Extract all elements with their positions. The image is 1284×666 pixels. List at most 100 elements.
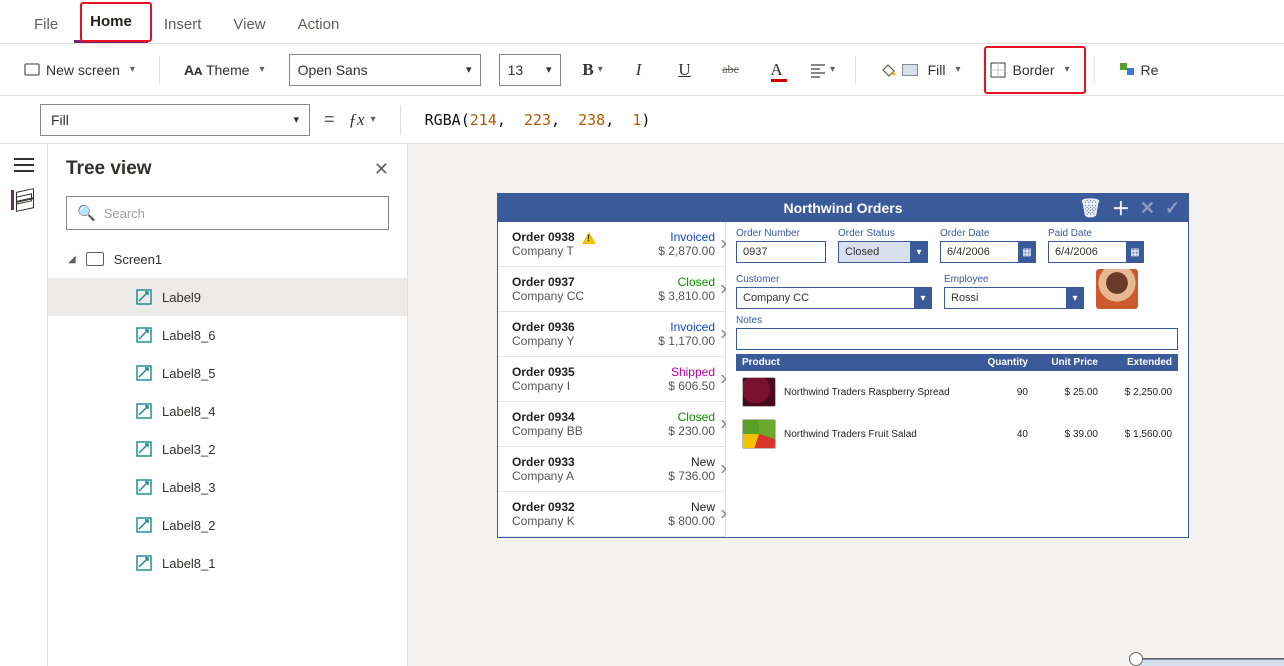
- menu-tab-insert[interactable]: Insert: [148, 6, 218, 43]
- italic-button[interactable]: I: [625, 60, 653, 80]
- grid-row[interactable]: Northwind Traders Fruit Salad40$ 39.00$ …: [736, 413, 1178, 455]
- collapse-icon[interactable]: ◢: [68, 254, 76, 265]
- tree-item-label8_5[interactable]: Label8_5: [48, 354, 407, 392]
- order-detail: Order Number 0937 Order Status Closed▾ O…: [726, 222, 1188, 537]
- reorder-button[interactable]: Re: [1113, 58, 1165, 82]
- chevron-down-icon: ▾: [293, 113, 299, 126]
- order-company: Company I: [512, 379, 570, 393]
- tree-item-label8_1[interactable]: Label8_1: [48, 544, 407, 582]
- align-button[interactable]: [809, 62, 837, 78]
- order-number-field[interactable]: 0937: [736, 241, 826, 263]
- order-company: Company A: [512, 469, 574, 483]
- customer-dropdown[interactable]: Company CC▾: [736, 287, 932, 309]
- menu-tab-file[interactable]: File: [18, 6, 74, 43]
- tree-item-label8_6[interactable]: Label8_6: [48, 316, 407, 354]
- label-order-status: Order Status: [838, 228, 928, 239]
- strikethrough-button[interactable]: abc: [717, 62, 745, 77]
- bold-button[interactable]: B: [579, 60, 607, 80]
- tree-item-label: Label8_5: [162, 366, 216, 381]
- resize-handle[interactable]: [1129, 652, 1143, 666]
- order-list-item[interactable]: Order 0935ShippedCompany I$ 606.50›: [498, 357, 725, 402]
- order-list-item[interactable]: Order 0936InvoicedCompany Y$ 1,170.00›: [498, 312, 725, 357]
- label-icon: [136, 517, 152, 533]
- product-extended: $ 1,560.00: [1098, 429, 1172, 440]
- order-list-item[interactable]: Order 0932NewCompany K$ 800.00›: [498, 492, 725, 537]
- menu-tab-home[interactable]: Home: [74, 3, 148, 43]
- order-company: Company BB: [512, 424, 583, 438]
- calendar-icon: ▦: [1126, 241, 1144, 263]
- app-title: Northwind Orders: [783, 200, 902, 216]
- product-name: Northwind Traders Fruit Salad: [784, 429, 966, 440]
- cancel-icon[interactable]: ✕: [1140, 198, 1155, 219]
- tree-item-label: Label8_4: [162, 404, 216, 419]
- label-order-date: Order Date: [940, 228, 1036, 239]
- order-status: Closed: [678, 410, 715, 424]
- close-icon[interactable]: ✕: [374, 159, 389, 180]
- selected-control-group[interactable]: Order Totals: 130 $ 3,810.00: [1136, 659, 1284, 666]
- chevron-down-icon: ▾: [910, 241, 928, 263]
- order-status-dropdown[interactable]: Closed▾: [838, 241, 928, 263]
- tree-item-screen[interactable]: ◢ Screen1: [48, 240, 407, 278]
- order-status: New: [691, 500, 715, 514]
- menu-tab-action[interactable]: Action: [282, 6, 356, 43]
- order-amount: $ 606.50: [668, 379, 715, 393]
- order-list-item[interactable]: Order 0933NewCompany A$ 736.00›: [498, 447, 725, 492]
- property-value: Fill: [51, 112, 69, 128]
- left-rail: [0, 144, 48, 666]
- tree-item-label: Label8_1: [162, 556, 216, 571]
- new-screen-button[interactable]: New screen: [18, 58, 141, 82]
- tree-view-rail-button[interactable]: [11, 190, 34, 210]
- underline-button[interactable]: U: [671, 60, 699, 80]
- grid-row[interactable]: Northwind Traders Raspberry Spread90$ 25…: [736, 371, 1178, 413]
- warning-icon: [582, 232, 596, 244]
- equals-sign: =: [324, 109, 335, 130]
- tree-item-label: Label8_3: [162, 480, 216, 495]
- font-dropdown[interactable]: Open Sans ▾: [289, 54, 481, 86]
- order-number: Order 0938: [512, 230, 596, 244]
- product-unit-price: $ 39.00: [1028, 429, 1098, 440]
- formula-input[interactable]: RGBA(214, 223, 238, 1): [425, 111, 651, 129]
- grid-header: Product Quantity Unit Price Extended: [736, 354, 1178, 371]
- reorder-icon: [1119, 62, 1135, 78]
- ribbon: New screen Aᴀ Theme Open Sans ▾ 13 ▾ B I…: [0, 44, 1284, 96]
- font-size-dropdown[interactable]: 13 ▾: [499, 54, 561, 86]
- orders-list[interactable]: Order 0938 InvoicedCompany T$ 2,870.00›O…: [498, 222, 726, 537]
- order-status: New: [691, 455, 715, 469]
- tree-item-label9[interactable]: Label9: [48, 278, 407, 316]
- confirm-icon[interactable]: ✓: [1165, 198, 1180, 219]
- tree-item-label8_2[interactable]: Label8_2: [48, 506, 407, 544]
- app-preview: Northwind Orders 🗑 ＋ ✕ ✓ Order 0938 Invo…: [498, 194, 1188, 537]
- menu-tab-view[interactable]: View: [217, 6, 281, 43]
- label-customer: Customer: [736, 274, 932, 285]
- tree-search-input[interactable]: 🔍 Search: [66, 196, 389, 230]
- add-icon[interactable]: ＋: [1112, 195, 1130, 221]
- product-qty: 90: [966, 387, 1028, 398]
- hamburger-icon[interactable]: [14, 158, 34, 172]
- font-color-button[interactable]: A: [763, 60, 791, 80]
- order-date-field[interactable]: 6/4/2006▦: [940, 241, 1036, 263]
- canvas[interactable]: Northwind Orders 🗑 ＋ ✕ ✓ Order 0938 Invo…: [408, 144, 1284, 666]
- chevron-down-icon: ▾: [1066, 287, 1084, 309]
- product-thumb: [742, 419, 776, 449]
- tree-item-label8_4[interactable]: Label8_4: [48, 392, 407, 430]
- order-list-item[interactable]: Order 0938 InvoicedCompany T$ 2,870.00›: [498, 222, 725, 267]
- tree-item-label3_2[interactable]: Label3_2: [48, 430, 407, 468]
- tree-item-label8_3[interactable]: Label8_3: [48, 468, 407, 506]
- order-list-item[interactable]: Order 0934ClosedCompany BB$ 230.00›: [498, 402, 725, 447]
- paint-bucket-icon: [880, 62, 896, 78]
- theme-button[interactable]: Aᴀ Theme: [178, 58, 271, 82]
- order-company: Company Y: [512, 334, 574, 348]
- fill-button[interactable]: Fill: [874, 58, 967, 82]
- employee-avatar: [1096, 269, 1138, 309]
- product-name: Northwind Traders Raspberry Spread: [784, 387, 966, 398]
- border-button[interactable]: Border: [984, 58, 1075, 82]
- employee-dropdown[interactable]: Rossi▾: [944, 287, 1084, 309]
- tree-item-label: Label8_6: [162, 328, 216, 343]
- property-dropdown[interactable]: Fill ▾: [40, 104, 310, 136]
- paid-date-field[interactable]: 6/4/2006▦: [1048, 241, 1144, 263]
- align-icon: [810, 62, 826, 78]
- order-list-item[interactable]: Order 0937ClosedCompany CC$ 3,810.00›: [498, 267, 725, 312]
- delete-icon[interactable]: 🗑: [1079, 198, 1102, 219]
- notes-field[interactable]: [736, 328, 1178, 350]
- fx-button[interactable]: ƒx: [349, 110, 376, 130]
